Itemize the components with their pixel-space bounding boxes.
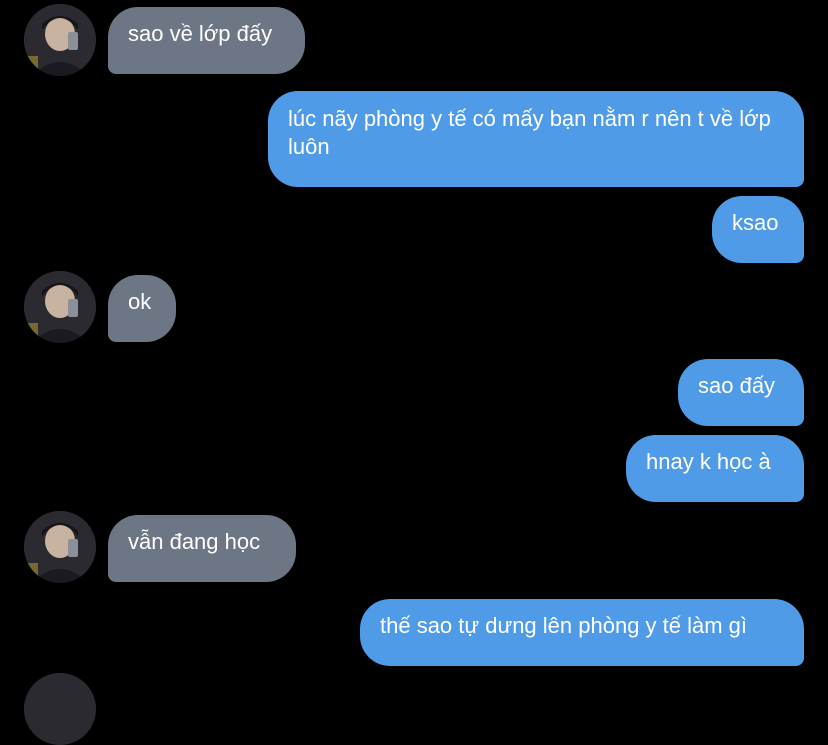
chat-thread: sao về lớp đấy lúc nãy phòng y tế có mấy… [0, 0, 828, 745]
contact-avatar[interactable] [24, 271, 96, 343]
avatar-photo-icon [24, 4, 96, 76]
outgoing-message[interactable]: ksao [712, 196, 804, 263]
outgoing-message[interactable]: sao đấy [678, 359, 804, 426]
incoming-message[interactable]: sao về lớp đấy [108, 7, 305, 74]
incoming-message[interactable]: ok [108, 275, 176, 342]
avatar-photo-icon [24, 511, 96, 583]
contact-avatar[interactable] [24, 4, 96, 76]
avatar-photo-icon [24, 271, 96, 343]
outgoing-message[interactable]: thế sao tự dưng lên phòng y tế làm gì [360, 599, 804, 666]
outgoing-message[interactable]: hnay k học à [626, 435, 804, 502]
contact-avatar[interactable] [24, 673, 96, 745]
incoming-message[interactable]: vẫn đang học [108, 515, 296, 582]
contact-avatar[interactable] [24, 511, 96, 583]
avatar-photo-icon [24, 673, 96, 745]
outgoing-message[interactable]: lúc nãy phòng y tế có mấy bạn nằm r nên … [268, 91, 804, 187]
